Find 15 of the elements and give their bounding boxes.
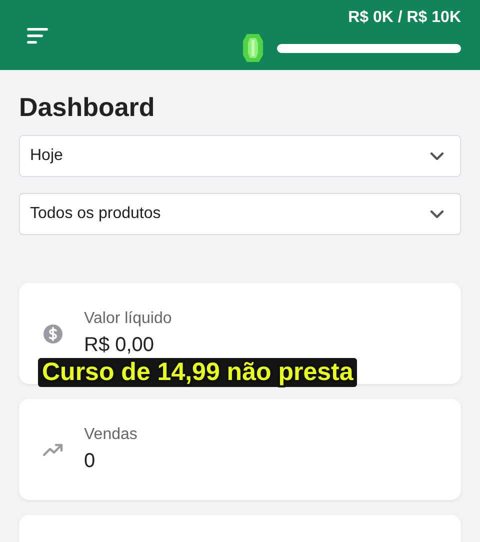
page-title: Dashboard: [19, 92, 156, 123]
trending-up-icon: [43, 442, 63, 456]
dollar-coin-icon: [43, 324, 63, 344]
chevron-down-icon: [430, 210, 444, 218]
filter-dropdown[interactable]: Hoje: [19, 135, 461, 177]
gem-icon: [243, 33, 263, 63]
video-caption: Curso de 14,99 não presta: [38, 358, 358, 387]
chevron-down-icon: [430, 152, 444, 160]
metric-label: Valor líquido: [84, 310, 172, 328]
menu-icon[interactable]: [27, 27, 49, 45]
goal-text: R$ 0K / R$ 10K: [348, 9, 461, 27]
filter-dropdown[interactable]: Todos os produtos: [19, 193, 461, 235]
metric-label: Vendas: [84, 426, 138, 444]
metric-value: R$ 0,00: [84, 334, 156, 357]
metric-value: 0: [84, 450, 96, 473]
